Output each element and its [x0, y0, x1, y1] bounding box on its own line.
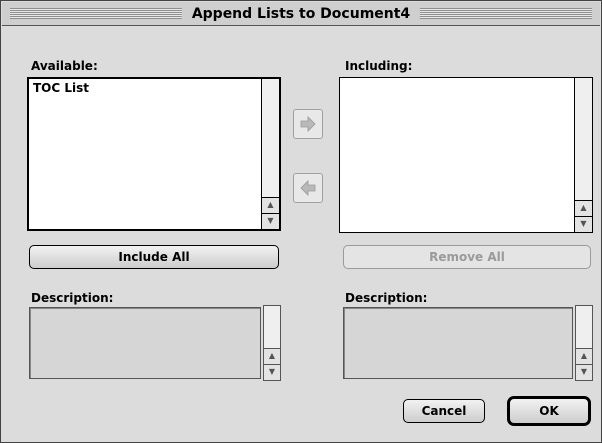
- include-all-button[interactable]: Include All: [29, 245, 279, 269]
- description-right-scrollbar[interactable]: ▲ ▼: [575, 305, 593, 381]
- list-item[interactable]: TOC List: [33, 81, 257, 95]
- append-lists-dialog: Append Lists to Document4 Available: TOC…: [0, 0, 602, 443]
- title-bar[interactable]: Append Lists to Document4: [2, 2, 600, 26]
- available-label: Available:: [31, 59, 98, 73]
- description-left-scrollbar[interactable]: ▲ ▼: [263, 305, 281, 381]
- scroll-up-arrow-icon[interactable]: ▲: [575, 200, 592, 216]
- move-right-button[interactable]: [293, 109, 323, 139]
- description-right-text: [344, 308, 572, 314]
- move-left-button[interactable]: [293, 173, 323, 203]
- description-right-box: [343, 307, 573, 379]
- available-list[interactable]: TOC List ▲ ▼: [27, 77, 281, 231]
- description-left-box: [29, 307, 261, 379]
- scroll-up-arrow-icon[interactable]: ▲: [264, 348, 280, 364]
- description-right-label: Description:: [345, 291, 428, 305]
- remove-all-button[interactable]: Remove All: [343, 245, 591, 269]
- available-scrollbar[interactable]: ▲ ▼: [261, 79, 279, 229]
- description-left-label: Description:: [31, 291, 114, 305]
- including-list[interactable]: ▲ ▼: [339, 77, 593, 233]
- scroll-down-arrow-icon[interactable]: ▼: [264, 364, 280, 380]
- scroll-down-arrow-icon[interactable]: ▼: [262, 213, 279, 229]
- scroll-up-arrow-icon[interactable]: ▲: [262, 197, 279, 213]
- arrow-left-icon: [300, 180, 316, 196]
- dialog-title: Append Lists to Document4: [181, 4, 421, 24]
- scroll-up-arrow-icon[interactable]: ▲: [576, 348, 592, 364]
- scroll-down-arrow-icon[interactable]: ▼: [575, 216, 592, 232]
- cancel-button[interactable]: Cancel: [403, 399, 485, 423]
- scroll-down-arrow-icon[interactable]: ▼: [576, 364, 592, 380]
- arrow-right-icon: [300, 116, 316, 132]
- available-list-items: TOC List: [33, 81, 257, 95]
- including-scrollbar[interactable]: ▲ ▼: [574, 78, 592, 232]
- ok-button[interactable]: OK: [507, 396, 591, 426]
- including-label: Including:: [345, 59, 413, 73]
- description-left-text: [30, 308, 260, 314]
